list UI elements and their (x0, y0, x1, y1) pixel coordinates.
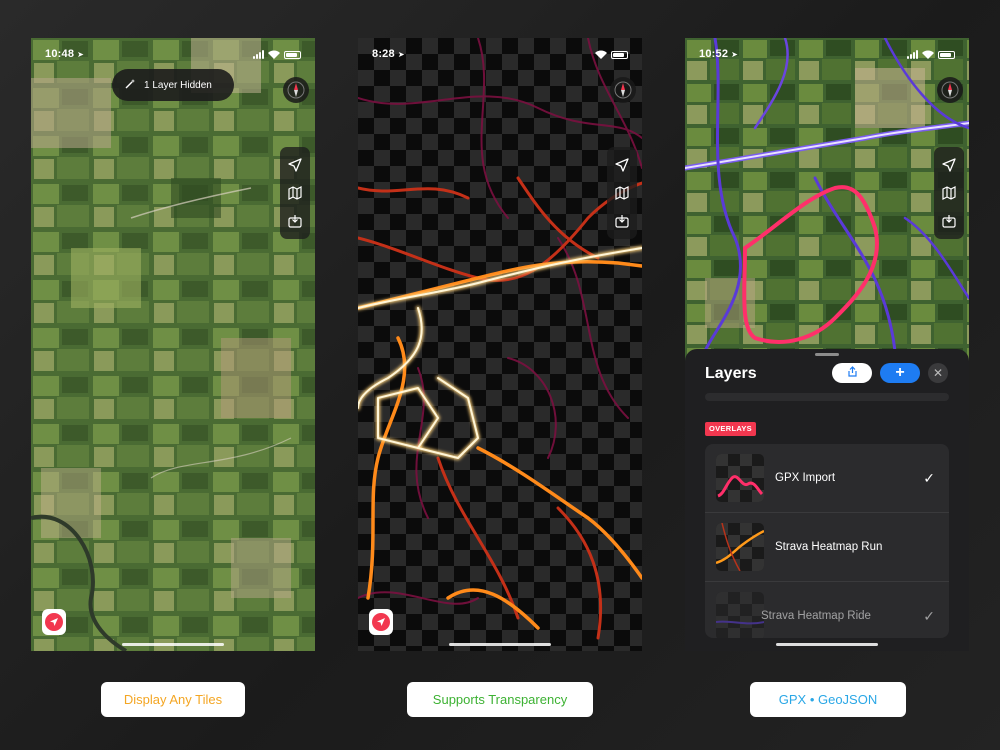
map-toolbar (607, 147, 637, 239)
pill-label: 1 Layer Hidden (144, 79, 212, 91)
wifi-icon (595, 50, 607, 59)
layer-label: GPX Import (775, 472, 836, 484)
magic-wand-icon (124, 78, 136, 93)
battery-icon (284, 50, 301, 59)
compass-icon[interactable] (610, 77, 636, 103)
layers-search-bar[interactable] (705, 393, 949, 401)
map-toolbar (280, 147, 310, 239)
status-icons (595, 50, 628, 59)
caption-supports-transparency: Supports Transparency (407, 682, 593, 717)
layer-hidden-pill[interactable]: 1 Layer Hidden (112, 69, 234, 101)
signal-icon (253, 50, 264, 59)
layer-label: Strava Heatmap Ride (761, 610, 871, 622)
wifi-icon (922, 50, 934, 59)
share-button[interactable] (832, 363, 872, 383)
status-time: 10:48 ➤ (45, 48, 85, 60)
compass-icon[interactable] (937, 77, 963, 103)
location-arrow-icon: ➤ (77, 50, 85, 59)
layer-thumbnail (716, 454, 764, 502)
share-icon (847, 364, 858, 382)
overlays-section-badge: OVERLAYS (705, 422, 756, 436)
home-indicator (122, 643, 224, 646)
caption-display-any-tiles: Display Any Tiles (101, 682, 245, 717)
layer-row-strava-ride[interactable]: Strava Heatmap Ride ✓ (705, 582, 949, 638)
map-icon[interactable] (614, 185, 630, 201)
map-icon[interactable] (941, 185, 957, 201)
layer-thumbnail (716, 523, 764, 571)
plus-icon: + (895, 364, 905, 381)
location-arrow-icon[interactable] (614, 157, 630, 173)
status-time: 10:52 ➤ (699, 48, 739, 60)
app-logo-button[interactable] (369, 609, 393, 635)
status-icons (907, 50, 955, 59)
location-arrow-icon[interactable] (287, 157, 303, 173)
add-layer-button[interactable]: + (880, 363, 920, 383)
checkmark-icon: ✓ (923, 607, 935, 624)
location-arrow-icon: ➤ (397, 50, 405, 59)
home-indicator (776, 643, 878, 646)
download-tray-icon[interactable] (941, 213, 957, 229)
layer-row-strava-run[interactable]: Strava Heatmap Run (705, 513, 949, 581)
caption-gpx-geojson: GPX • GeoJSON (750, 682, 906, 717)
app-logo-button[interactable] (42, 609, 66, 635)
phone-heatmap: 8:28 ➤ (358, 38, 642, 651)
status-time: 8:28 ➤ (372, 48, 405, 60)
sheet-grabber[interactable] (815, 353, 839, 356)
status-icons (253, 50, 301, 59)
checkmark-icon: ✓ (923, 469, 935, 486)
sheet-title: Layers (705, 365, 757, 382)
signal-icon (907, 50, 918, 59)
download-tray-icon[interactable] (614, 213, 630, 229)
close-button[interactable]: ✕ (928, 363, 948, 383)
compass-icon[interactable] (283, 77, 309, 103)
layers-sheet: Layers + ✕ OVERLAYS GPX Import ✓ Strava … (685, 349, 969, 651)
close-icon: ✕ (932, 366, 944, 380)
phone-satellite: 10:48 ➤ 1 Layer Hidden (31, 38, 315, 651)
battery-icon (611, 50, 628, 59)
heatmap-map[interactable] (358, 38, 642, 651)
download-tray-icon[interactable] (287, 213, 303, 229)
phone-layers: 10:52➤ Layers + ✕ OVERLAYS GPX Import ✓ (685, 38, 969, 651)
location-arrow-icon[interactable] (941, 157, 957, 173)
layer-thumbnail (716, 592, 764, 638)
layer-list: GPX Import ✓ Strava Heatmap Run Strava H… (705, 444, 949, 638)
map-toolbar (934, 147, 964, 239)
location-arrow-icon: ➤ (731, 50, 739, 59)
map-icon[interactable] (287, 185, 303, 201)
battery-icon (938, 50, 955, 59)
layer-label: Strava Heatmap Run (775, 541, 883, 553)
wifi-icon (268, 50, 280, 59)
layer-row-gpx-import[interactable]: GPX Import ✓ (705, 444, 949, 512)
satellite-map[interactable] (31, 38, 315, 651)
home-indicator (449, 643, 551, 646)
